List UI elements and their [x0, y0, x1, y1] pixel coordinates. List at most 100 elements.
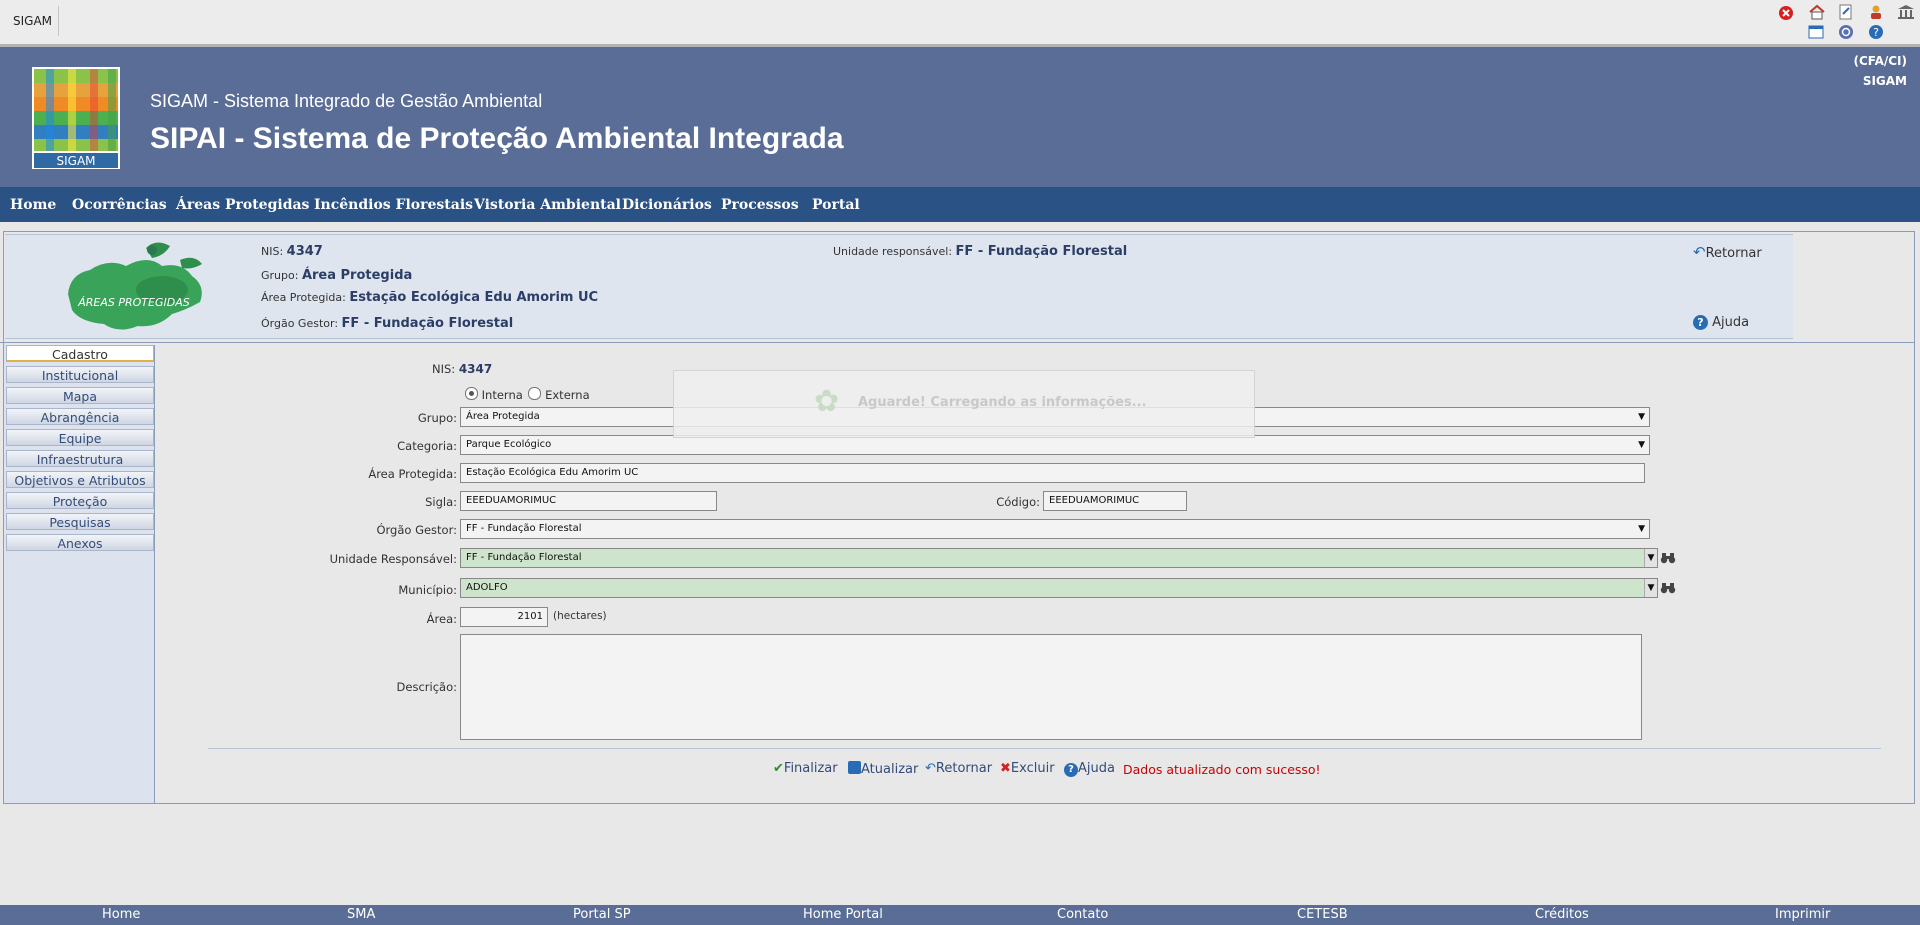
retornar-link[interactable]: ↶Retornar — [1693, 243, 1762, 261]
footer-contato[interactable]: Contato — [1057, 907, 1108, 922]
finalizar-button[interactable]: ✔Finalizar — [773, 761, 838, 776]
unidade-responsavel-select[interactable]: FF - Fundação Florestal ▼ — [460, 548, 1658, 568]
area-protegida-input[interactable]: Estação Ecológica Edu Amorim UC — [460, 463, 1645, 483]
radio-interna-label: Interna — [481, 388, 523, 402]
check-icon: ✔ — [773, 761, 784, 776]
info-area-value: Estação Ecológica Edu Amorim UC — [349, 290, 599, 305]
sigla-input[interactable]: EEEDUAMORIMUC — [460, 491, 717, 511]
categoria-select[interactable]: Parque Ecológico ▼ — [460, 435, 1650, 455]
codigo-input[interactable]: EEEDUAMORIMUC — [1043, 491, 1187, 511]
categoria-label: Categoria: — [397, 439, 457, 453]
municipio-label: Município: — [398, 583, 457, 597]
footer-home[interactable]: Home — [102, 907, 140, 922]
binoculars-icon[interactable] — [1660, 582, 1676, 594]
delete-icon: ✖ — [1000, 761, 1011, 776]
page-edit-icon[interactable] — [1838, 4, 1854, 20]
info-grupo-value: Área Protegida — [301, 268, 413, 283]
atualizar-button[interactable]: Atualizar — [848, 761, 918, 777]
app-label: SIGAM — [13, 14, 53, 28]
sigla-label: Sigla: — [425, 495, 457, 509]
descricao-textarea[interactable] — [460, 634, 1642, 740]
help-icon: ? — [1693, 315, 1708, 330]
info-unidade-value: FF - Fundação Florestal — [955, 244, 1128, 259]
nav-dicionarios[interactable]: Dicionários — [622, 197, 712, 213]
tab-infraestrutura[interactable]: Infraestrutura — [6, 450, 154, 467]
footer-cetesb[interactable]: CETESB — [1297, 907, 1348, 922]
main-nav: Home Ocorrências Áreas Protegidas Incênd… — [0, 187, 1920, 222]
municipio-select[interactable]: ADOLFO ▼ — [460, 578, 1658, 598]
footer-sma[interactable]: SMA — [347, 907, 375, 922]
unidade-responsavel-label: Unidade Responsável: — [329, 552, 457, 566]
home-icon[interactable] — [1808, 4, 1825, 20]
user-icon[interactable] — [1868, 4, 1884, 20]
status-message: Dados atualizado com sucesso! — [1123, 762, 1321, 777]
area-protegida-label: Área Protegida: — [368, 467, 457, 481]
area-ha-input[interactable]: 2101 — [460, 607, 548, 627]
return-icon: ↶ — [1693, 243, 1706, 261]
app-title: SIPAI - Sistema de Proteção Ambiental In… — [150, 122, 844, 155]
origin-radio-group: Interna Externa — [465, 387, 590, 402]
tab-equipe[interactable]: Equipe — [6, 429, 154, 446]
tab-cadastro[interactable]: Cadastro — [6, 345, 154, 362]
action-divider — [208, 748, 1881, 749]
ajuda-button[interactable]: ? Ajuda — [1064, 761, 1115, 777]
orgao-gestor-label: Órgão Gestor: — [376, 523, 457, 537]
sigam-logo: SIGAM — [32, 67, 120, 169]
tab-abrangencia[interactable]: Abrangência — [6, 408, 154, 425]
nav-incendios-florestais[interactable]: Incêndios Florestais — [314, 197, 473, 213]
nis-label: NIS: — [432, 362, 456, 376]
chevron-down-icon: ▼ — [1638, 412, 1645, 422]
footer-imprimir[interactable]: Imprimir — [1775, 907, 1830, 922]
chevron-down-icon: ▼ — [1638, 440, 1645, 450]
info-unidade-label: Unidade responsável: — [833, 245, 953, 258]
nav-home[interactable]: Home — [10, 197, 56, 213]
radio-interna[interactable] — [465, 387, 478, 400]
footer-bar: Home SMA Portal SP Home Portal Contato C… — [0, 905, 1920, 925]
tab-pesquisas[interactable]: Pesquisas — [6, 513, 154, 530]
orgao-gestor-select[interactable]: FF - Fundação Florestal ▼ — [460, 519, 1650, 539]
help-icon: ? — [1064, 763, 1078, 777]
left-tabs: Cadastro Institucional Mapa Abrangência … — [4, 345, 155, 803]
nav-portal[interactable]: Portal — [812, 197, 860, 213]
info-grupo-label: Grupo: — [261, 269, 299, 282]
close-icon[interactable] — [1778, 5, 1794, 21]
radio-externa[interactable] — [528, 387, 542, 400]
radio-externa-label: Externa — [545, 388, 590, 402]
municipio-value: ADOLFO — [466, 582, 508, 593]
calendar-icon[interactable] — [1808, 24, 1824, 40]
ajuda-label: Ajuda — [1712, 315, 1750, 330]
orgao-gestor-value: FF - Fundação Florestal — [466, 523, 582, 534]
retornar-button-label: Retornar — [935, 761, 993, 776]
institution-icon[interactable] — [1897, 4, 1914, 20]
tab-anexos[interactable]: Anexos — [6, 534, 154, 551]
binoculars-icon[interactable] — [1660, 552, 1676, 564]
nav-vistoria-ambiental[interactable]: Vistoria Ambiental — [474, 197, 621, 213]
nav-areas-protegidas[interactable]: Áreas Protegidas — [176, 197, 309, 213]
svg-text:?: ? — [1873, 26, 1879, 39]
retornar-button[interactable]: ↶Retornar — [925, 761, 992, 776]
info-nis-label: NIS: — [261, 245, 284, 258]
leaf-icon: ✿ — [814, 384, 840, 419]
tab-protecao[interactable]: Proteção — [6, 492, 154, 509]
ajuda-link[interactable]: ? Ajuda — [1693, 315, 1749, 330]
ajuda-button-label: Ajuda — [1078, 761, 1115, 776]
help-icon[interactable]: ? — [1868, 24, 1884, 40]
excluir-button[interactable]: ✖Excluir — [1000, 761, 1055, 776]
user-system: SIGAM — [1862, 74, 1907, 88]
areas-protegidas-emblem: ÁREAS PROTEGIDAS — [60, 236, 210, 336]
area-ha-label: Área: — [426, 612, 457, 626]
refresh-icon[interactable] — [1838, 24, 1854, 40]
nis-value: 4347 — [458, 362, 493, 376]
excluir-label: Excluir — [1010, 761, 1055, 776]
tab-institucional[interactable]: Institucional — [6, 366, 154, 383]
codigo-label: Código: — [996, 495, 1040, 509]
footer-home-portal[interactable]: Home Portal — [803, 907, 883, 922]
tab-objetivos-atributos[interactable]: Objetivos e Atributos — [6, 471, 154, 488]
nav-processos[interactable]: Processos — [721, 197, 799, 213]
return-icon: ↶ — [925, 761, 936, 776]
footer-portal-sp[interactable]: Portal SP — [573, 907, 631, 922]
loading-overlay: ✿ Aguarde! Carregando as informações... — [673, 370, 1255, 438]
nav-ocorrencias[interactable]: Ocorrências — [72, 197, 167, 213]
footer-creditos[interactable]: Créditos — [1535, 907, 1589, 922]
tab-mapa[interactable]: Mapa — [6, 387, 154, 404]
